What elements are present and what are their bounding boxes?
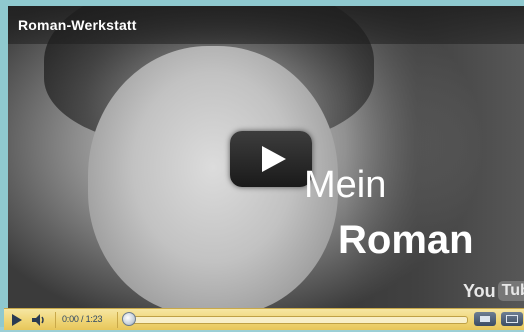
fullscreen-icon	[506, 315, 518, 323]
title-bar: Roman-Werkstatt	[8, 6, 524, 44]
control-divider	[55, 312, 56, 328]
overlay-text-line1: Mein	[304, 164, 387, 206]
youtube-logo-you: You	[463, 280, 496, 301]
control-divider	[117, 312, 118, 328]
seek-bar[interactable]	[126, 316, 468, 324]
youtube-logo-tube: Tube	[497, 281, 524, 301]
youtube-logo[interactable]: You Tube	[463, 280, 524, 302]
video-player: Roman-Werkstatt Mein Roman You Tube 0:00…	[0, 0, 524, 330]
resize-player-button[interactable]	[474, 312, 496, 326]
play-icon	[12, 314, 22, 326]
speaker-icon	[32, 314, 44, 326]
time-display: 0:00 / 1:23	[62, 314, 103, 324]
video-frame[interactable]: Roman-Werkstatt Mein Roman You Tube	[8, 6, 524, 308]
play-pause-button[interactable]	[10, 313, 24, 327]
video-title[interactable]: Roman-Werkstatt	[18, 17, 137, 33]
seek-handle[interactable]	[122, 312, 136, 326]
volume-button[interactable]	[31, 313, 49, 327]
resize-icon	[480, 316, 490, 322]
play-icon	[262, 146, 286, 172]
fullscreen-button[interactable]	[501, 312, 523, 326]
overlay-text-line2: Roman	[338, 218, 474, 262]
big-play-button[interactable]	[230, 131, 312, 187]
